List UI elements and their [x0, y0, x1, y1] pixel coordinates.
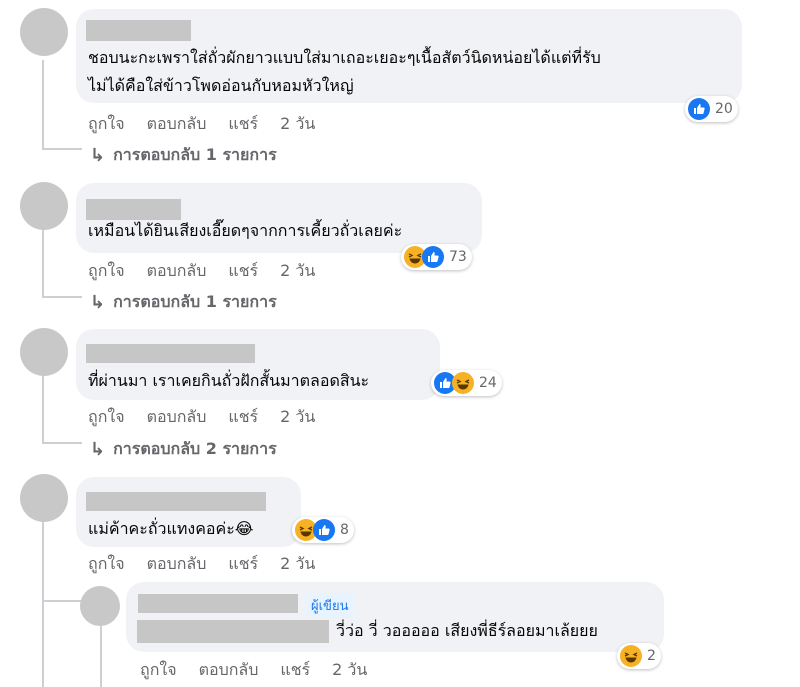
timestamp[interactable]: 2 วัน — [280, 112, 315, 137]
reply-arrow-icon: ↳ — [90, 292, 106, 313]
comment-actions: ถูกใจ ตอบกลับ แชร์ 2 วัน — [88, 552, 315, 577]
reply-text: วี่ว่อ วี่ วอออออ เสียงพี่ธีร์ลอยมาเล้ยย… — [336, 621, 598, 640]
timestamp[interactable]: 2 วัน — [280, 552, 315, 577]
avatar[interactable] — [20, 182, 68, 230]
reaction-count: 20 — [715, 101, 733, 117]
avatar[interactable] — [20, 474, 68, 522]
share-action[interactable]: แชร์ — [228, 405, 258, 430]
thread-line-3 — [42, 374, 44, 444]
haha-reaction-icon — [452, 372, 474, 394]
view-replies-link[interactable]: ↳ การตอบกลับ 1 รายการ — [90, 290, 277, 315]
like-action[interactable]: ถูกใจ — [88, 259, 125, 284]
comment-actions: ถูกใจ ตอบกลับ แชร์ 2 วัน — [88, 112, 315, 137]
redacted-mentioned-name[interactable] — [137, 620, 329, 643]
thread-line-2-curve — [42, 296, 82, 298]
reply-action[interactable]: ตอบกลับ — [147, 552, 207, 577]
haha-reaction-icon — [620, 645, 642, 667]
view-replies-label: การตอบกลับ 2 รายการ — [113, 439, 277, 458]
share-action[interactable]: แชร์ — [228, 552, 258, 577]
view-replies-link[interactable]: ↳ การตอบกลับ 2 รายการ — [90, 437, 277, 462]
reply-action[interactable]: ตอบกลับ — [147, 259, 207, 284]
timestamp[interactable]: 2 วัน — [280, 259, 315, 284]
reaction-summary[interactable]: 24 — [431, 370, 502, 396]
comment-text-line: แม่ค้าคะถั่วแทงคอค่ะ😂 — [88, 519, 254, 538]
redacted-author-name[interactable] — [138, 594, 298, 613]
view-replies-link[interactable]: ↳ การตอบกลับ 1 รายการ — [90, 143, 277, 168]
comment-text-line: ที่ผ่านมา เราเคยกินถั่วฝักสั้นมาตลอดสินะ — [88, 371, 370, 390]
like-action[interactable]: ถูกใจ — [140, 658, 177, 683]
reply-actions: ถูกใจ ตอบกลับ แชร์ 2 วัน — [140, 658, 367, 683]
avatar[interactable] — [80, 586, 120, 626]
view-replies-label: การตอบกลับ 1 รายการ — [113, 292, 277, 311]
reaction-summary[interactable]: 8 — [292, 517, 354, 543]
thread-line-4 — [42, 520, 44, 687]
redacted-author-name[interactable] — [86, 20, 191, 41]
reply-thread-line — [100, 626, 102, 687]
thread-line-3-curve — [42, 442, 82, 444]
avatar[interactable] — [20, 328, 68, 376]
reaction-count: 73 — [449, 249, 467, 265]
comment-text-line: ไม่ได้คือใส่ข้าวโพดอ่อนกับหอมหัวใหญ่ — [88, 76, 354, 95]
reaction-count: 2 — [647, 648, 656, 664]
like-action[interactable]: ถูกใจ — [88, 112, 125, 137]
reply-action[interactable]: ตอบกลับ — [147, 405, 207, 430]
comment-actions: ถูกใจ ตอบกลับ แชร์ 2 วัน — [88, 405, 315, 430]
reaction-summary[interactable]: 2 — [617, 643, 661, 669]
share-action[interactable]: แชร์ — [228, 259, 258, 284]
thread-line-2 — [42, 228, 44, 298]
view-replies-label: การตอบกลับ 1 รายการ — [113, 145, 277, 164]
comment-actions: ถูกใจ ตอบกลับ แชร์ 2 วัน — [88, 259, 315, 284]
timestamp[interactable]: 2 วัน — [332, 658, 367, 683]
share-action[interactable]: แชร์ — [280, 658, 310, 683]
reply-action[interactable]: ตอบกลับ — [147, 112, 207, 137]
avatar[interactable] — [20, 8, 68, 56]
reaction-count: 24 — [479, 375, 497, 391]
share-action[interactable]: แชร์ — [228, 112, 258, 137]
redacted-author-name[interactable] — [86, 344, 255, 363]
reply-action[interactable]: ตอบกลับ — [199, 658, 259, 683]
reaction-summary[interactable]: 73 — [401, 244, 472, 270]
reaction-summary[interactable]: 20 — [685, 96, 738, 122]
comment-text-line: เหมือนได้ยินเสียงเอี๊ยดๆจากการเคี้ยวถั่ว… — [88, 221, 403, 240]
like-reaction-icon — [422, 246, 444, 268]
reaction-count: 8 — [340, 522, 349, 538]
like-action[interactable]: ถูกใจ — [88, 552, 125, 577]
thread-line-1 — [42, 60, 44, 150]
reply-arrow-icon: ↳ — [90, 439, 106, 460]
comment-text-line: ชอบนะกะเพราใส่ถั่วผักยาวแบบใส่มาเถอะเยอะ… — [88, 48, 601, 67]
thread-line-1-curve — [42, 148, 82, 150]
author-badge: ผู้เขียน — [306, 593, 354, 618]
like-reaction-icon — [688, 98, 710, 120]
like-reaction-icon — [313, 519, 335, 541]
like-action[interactable]: ถูกใจ — [88, 405, 125, 430]
reply-arrow-icon: ↳ — [90, 145, 106, 166]
timestamp[interactable]: 2 วัน — [280, 405, 315, 430]
thread-line-4-curve — [42, 600, 82, 602]
redacted-author-name[interactable] — [86, 492, 266, 511]
